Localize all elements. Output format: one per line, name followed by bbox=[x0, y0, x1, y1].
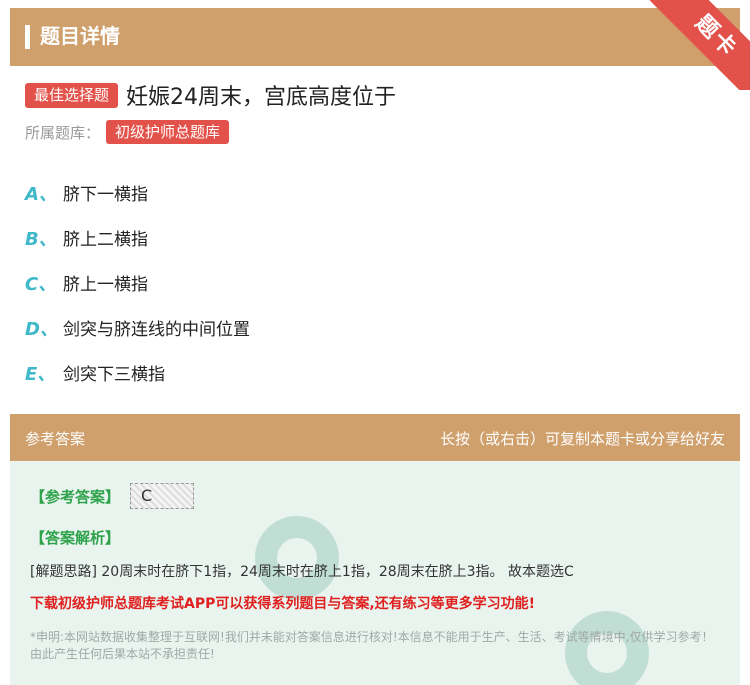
option-text: 脐上一横指 bbox=[63, 275, 148, 295]
option-letter: B、 bbox=[25, 228, 57, 250]
option-c[interactable]: C、 脐上一横指 bbox=[25, 260, 250, 305]
answer-label: 【参考答案】 bbox=[30, 487, 121, 506]
ribbon-badge: 题卡 bbox=[650, 0, 750, 90]
question-row: 最佳选择题 妊娠24周末，宫底高度位于 bbox=[25, 80, 396, 110]
option-text: 脐下一横指 bbox=[63, 185, 148, 205]
answer-line: 【参考答案】 C bbox=[30, 483, 195, 509]
option-text: 剑突下三横指 bbox=[63, 365, 165, 385]
answer-header: 参考答案 长按（或右击）可复制本题卡或分享给好友 bbox=[10, 414, 740, 461]
answer-value[interactable]: C bbox=[130, 483, 195, 509]
answer-section-title: 参考答案 bbox=[25, 430, 86, 448]
option-d[interactable]: D、 剑突与脐连线的中间位置 bbox=[25, 305, 250, 350]
option-text: 剑突与脐连线的中间位置 bbox=[63, 320, 250, 340]
option-b[interactable]: B、 脐上二横指 bbox=[25, 215, 250, 260]
option-e[interactable]: E、 剑突下三横指 bbox=[25, 350, 250, 395]
question-text: 妊娠24周末，宫底高度位于 bbox=[126, 85, 397, 110]
analysis-text: [解题思路] 20周末时在脐下1指，24周末时在脐上1指，28周末在脐上3指。 … bbox=[30, 564, 574, 580]
option-letter: E、 bbox=[25, 363, 56, 385]
app-promo-link[interactable]: 下载初级护师总题库考试APP可以获得系列题目与答案,还有练习等更多学习功能! bbox=[30, 593, 535, 613]
option-text: 脐上二横指 bbox=[63, 230, 148, 250]
library-tag[interactable]: 初级护师总题库 bbox=[106, 120, 230, 144]
title-bar-marker bbox=[25, 25, 30, 49]
ribbon-corner: 题卡 bbox=[650, 0, 750, 90]
option-letter: A、 bbox=[25, 183, 57, 205]
share-hint: 长按（或右击）可复制本题卡或分享给好友 bbox=[439, 430, 725, 448]
library-label: 所属题库： bbox=[25, 123, 101, 142]
library-row: 所属题库： 初级护师总题库 bbox=[25, 120, 230, 144]
page-title: 题目详情 bbox=[40, 24, 120, 48]
disclaimer-text: *申明:本网站数据收集整理于互联网!我们并未能对答案信息进行核对!本信息不能用于… bbox=[30, 630, 714, 661]
option-letter: D、 bbox=[25, 318, 58, 340]
watermark-ring bbox=[255, 516, 339, 600]
analysis-label: 【答案解析】 bbox=[30, 529, 121, 547]
page-header: 题目详情 bbox=[10, 8, 740, 66]
options-list: A、 脐下一横指 B、 脐上二横指 C、 脐上一横指 D、 剑突与脐连线的中间位… bbox=[25, 170, 250, 395]
question-type-tag: 最佳选择题 bbox=[25, 82, 119, 108]
answer-body: 【参考答案】 C 【答案解析】 [解题思路] 20周末时在脐下1指，24周末时在… bbox=[10, 461, 740, 685]
option-letter: C、 bbox=[25, 273, 57, 295]
option-a[interactable]: A、 脐下一横指 bbox=[25, 170, 250, 215]
